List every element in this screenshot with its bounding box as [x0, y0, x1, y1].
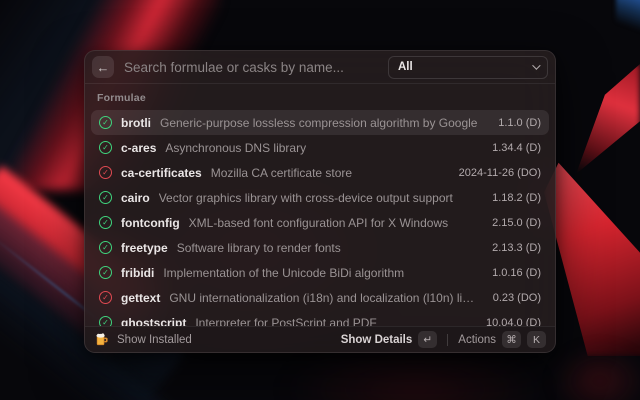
show-details-button[interactable]: Show Details: [341, 334, 413, 346]
actions-button[interactable]: Actions: [458, 334, 496, 346]
formula-description: Vector graphics library with cross-devic…: [159, 191, 475, 205]
list-item-gettext[interactable]: ✓ gettext GNU internationalization (i18n…: [91, 285, 549, 310]
footer-left: Show Installed: [94, 332, 192, 347]
beer-mug-icon: [94, 332, 109, 347]
formula-description: Interpreter for PostScript and PDF: [195, 316, 469, 327]
formula-version: 1.18.2 (D): [492, 192, 541, 204]
footer-divider: [447, 334, 448, 346]
formula-version: 1.1.0 (D): [498, 117, 541, 129]
section-label: Formulae: [91, 84, 549, 110]
status-check-icon: ✓: [99, 116, 112, 129]
filter-dropdown[interactable]: All: [388, 56, 548, 79]
status-check-icon: ✓: [99, 316, 112, 326]
status-check-icon: ✓: [99, 241, 112, 254]
back-button[interactable]: ←: [92, 56, 114, 78]
formula-name: ghostscript: [121, 316, 186, 327]
formula-version: 2.15.0 (D): [492, 217, 541, 229]
show-installed-button[interactable]: Show Installed: [117, 334, 192, 346]
k-key-icon: K: [527, 331, 546, 348]
return-key-icon: ↵: [418, 331, 437, 348]
list-item-freetype[interactable]: ✓ freetype Software library to render fo…: [91, 235, 549, 260]
formula-version: 10.04.0 (D): [486, 317, 541, 327]
list-item-cairo[interactable]: ✓ cairo Vector graphics library with cro…: [91, 185, 549, 210]
back-arrow-icon: ←: [97, 60, 110, 75]
list-item-fribidi[interactable]: ✓ fribidi Implementation of the Unicode …: [91, 260, 549, 285]
filter-dropdown-value: All: [398, 61, 413, 73]
list-item-ghostscript[interactable]: ✓ ghostscript Interpreter for PostScript…: [91, 310, 549, 326]
formula-description: Implementation of the Unicode BiDi algor…: [163, 266, 475, 280]
formula-name: fribidi: [121, 266, 154, 280]
status-check-icon: ✓: [99, 191, 112, 204]
formula-name: c-ares: [121, 141, 156, 155]
list-item-brotli[interactable]: ✓ brotli Generic-purpose lossless compre…: [91, 110, 549, 135]
formula-description: Software library to render fonts: [177, 241, 475, 255]
chevron-down-icon: [532, 61, 540, 69]
formula-version: 2.13.3 (D): [492, 242, 541, 254]
formula-name: freetype: [121, 241, 168, 255]
status-check-icon: ✓: [99, 141, 112, 154]
footer-bar: Show Installed Show Details ↵ Actions ⌘ …: [85, 326, 555, 352]
list-item-ca-certificates[interactable]: ✓ ca-certificates Mozilla CA certificate…: [91, 160, 549, 185]
homebrew-search-window: ← All Formulae ✓ brotli Generic-purpose …: [84, 50, 556, 353]
formula-name: cairo: [121, 191, 150, 205]
formula-description: Asynchronous DNS library: [165, 141, 475, 155]
formula-name: gettext: [121, 291, 160, 305]
formula-version: 2024-11-26 (DO): [459, 167, 541, 179]
wallpaper-shape-topright-blue: [616, 0, 640, 36]
formula-name: brotli: [121, 116, 151, 130]
formula-description: Mozilla CA certificate store: [211, 166, 442, 180]
formula-name: fontconfig: [121, 216, 180, 230]
status-check-icon: ✓: [99, 266, 112, 279]
status-check-icon: ✓: [99, 291, 112, 304]
list-item-fontconfig[interactable]: ✓ fontconfig XML-based font configuratio…: [91, 210, 549, 235]
formula-description: Generic-purpose lossless compression alg…: [160, 116, 481, 130]
footer-right: Show Details ↵ Actions ⌘ K: [341, 331, 546, 348]
formula-version: 1.34.4 (D): [492, 142, 541, 154]
formula-version: 1.0.16 (D): [492, 267, 541, 279]
formula-name: ca-certificates: [121, 166, 202, 180]
command-key-icon: ⌘: [502, 331, 521, 348]
search-input[interactable]: [124, 60, 388, 75]
formula-version: 0.23 (DO): [493, 292, 541, 304]
list-item-c-ares[interactable]: ✓ c-ares Asynchronous DNS library 1.34.4…: [91, 135, 549, 160]
search-header: ← All: [85, 51, 555, 84]
formula-description: GNU internationalization (i18n) and loca…: [169, 291, 475, 305]
wallpaper-shape-right-cone-upper: [562, 64, 640, 174]
status-check-icon: ✓: [99, 166, 112, 179]
formula-description: XML-based font configuration API for X W…: [189, 216, 475, 230]
wallpaper-shape-right-cone-lower: [544, 146, 640, 356]
status-check-icon: ✓: [99, 216, 112, 229]
results-list: Formulae ✓ brotli Generic-purpose lossle…: [85, 84, 555, 326]
